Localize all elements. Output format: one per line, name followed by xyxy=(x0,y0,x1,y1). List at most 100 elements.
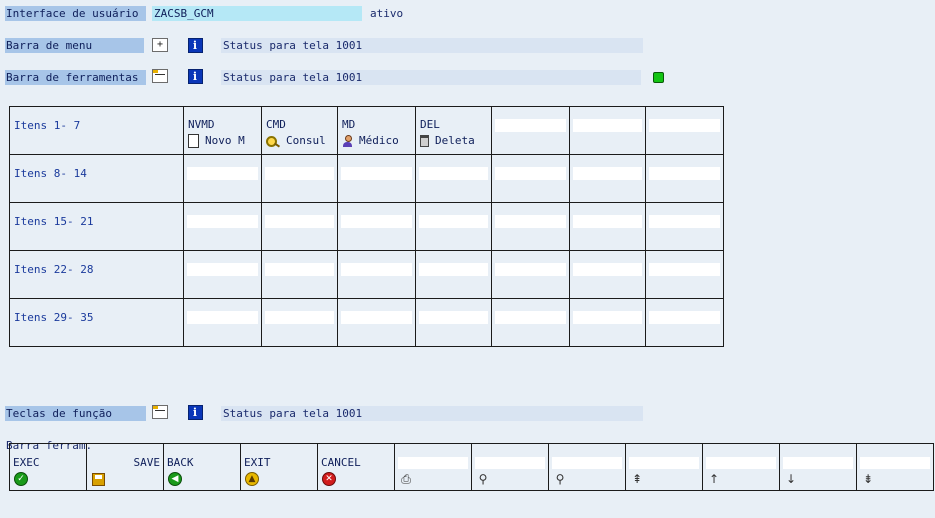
function-key-input[interactable] xyxy=(573,263,642,276)
function-key-input[interactable] xyxy=(265,263,334,276)
function-key-slot[interactable] xyxy=(337,202,416,251)
function-key-slot[interactable] xyxy=(645,106,724,155)
function-key-input[interactable] xyxy=(187,311,258,324)
function-key-slot[interactable] xyxy=(337,298,416,347)
function-key-slot[interactable] xyxy=(415,154,492,203)
function-key-slot[interactable] xyxy=(569,298,646,347)
toolbar-code-input[interactable] xyxy=(475,457,545,469)
function-key-slot[interactable] xyxy=(491,202,570,251)
toolbar-button-slot-6[interactable]: ⎙ xyxy=(394,443,472,491)
function-key-input[interactable] xyxy=(187,263,258,276)
toolbar-code-input[interactable] xyxy=(860,457,930,469)
info-icon[interactable]: i xyxy=(187,37,203,53)
toolbar-button-exit[interactable]: EXIT ▲ xyxy=(240,443,318,491)
function-keys-label: Teclas de função xyxy=(5,406,146,421)
function-key-slot[interactable] xyxy=(337,250,416,299)
toolbar-button-slot-9[interactable]: ⇞ xyxy=(625,443,703,491)
first-page-icon: ⇞ xyxy=(631,472,643,486)
function-key-slot[interactable] xyxy=(569,250,646,299)
function-key-slot[interactable] xyxy=(491,298,570,347)
function-key-input[interactable] xyxy=(187,167,258,180)
function-key-input[interactable] xyxy=(495,167,566,180)
function-key-input[interactable] xyxy=(649,167,720,180)
info-icon[interactable]: i xyxy=(187,68,203,84)
grid-row: Itens 29- 35 xyxy=(9,298,724,347)
info-icon[interactable]: i xyxy=(187,404,203,420)
function-key-slot[interactable] xyxy=(337,154,416,203)
toolbar-button-exec[interactable]: EXEC ✓ xyxy=(9,443,87,491)
toolbar-code-input[interactable] xyxy=(398,457,468,469)
function-key-input[interactable] xyxy=(495,119,566,132)
function-key-slot[interactable] xyxy=(183,298,262,347)
exit-icon: ▲ xyxy=(245,472,259,486)
row-label: Itens 8- 14 xyxy=(9,154,184,203)
function-key-input[interactable] xyxy=(649,263,720,276)
function-key-input[interactable] xyxy=(419,215,488,228)
function-key-input[interactable] xyxy=(649,119,720,132)
function-key-input[interactable] xyxy=(495,311,566,324)
function-key-cell[interactable]: CMD Consul xyxy=(261,106,338,155)
toolbar-code-input[interactable] xyxy=(706,457,776,469)
function-key-input[interactable] xyxy=(649,215,720,228)
function-key-input[interactable] xyxy=(419,311,488,324)
function-key-input[interactable] xyxy=(573,311,642,324)
function-key-input[interactable] xyxy=(265,311,334,324)
edit-toolbar-icon[interactable] xyxy=(152,68,168,84)
person-icon xyxy=(342,135,353,147)
function-key-slot[interactable] xyxy=(491,106,570,155)
toolbar-button-cancel[interactable]: CANCEL ✕ xyxy=(317,443,395,491)
function-key-slot[interactable] xyxy=(261,154,338,203)
function-key-slot[interactable] xyxy=(261,298,338,347)
function-key-slot[interactable] xyxy=(645,250,724,299)
function-key-slot[interactable] xyxy=(491,154,570,203)
function-key-slot[interactable] xyxy=(645,202,724,251)
function-key-input[interactable] xyxy=(573,167,642,180)
function-key-input[interactable] xyxy=(341,215,412,228)
function-key-slot[interactable] xyxy=(415,298,492,347)
edit-function-keys-icon[interactable] xyxy=(152,404,168,420)
function-key-input[interactable] xyxy=(265,167,334,180)
function-key-input[interactable] xyxy=(419,263,488,276)
function-key-slot[interactable] xyxy=(261,202,338,251)
toolbar-button-slot-7[interactable]: ⚲ xyxy=(471,443,549,491)
toolbar-button-slot-8[interactable]: ⚲ xyxy=(548,443,626,491)
function-key-input[interactable] xyxy=(495,215,566,228)
toolbar-button-slot-12[interactable]: ⇟ xyxy=(856,443,934,491)
function-key-slot[interactable] xyxy=(183,154,262,203)
toolbar-button-slot-11[interactable]: ↓ xyxy=(779,443,857,491)
function-key-slot[interactable] xyxy=(569,202,646,251)
function-key-input[interactable] xyxy=(341,311,412,324)
interface-value-field[interactable]: ZACSB_GCM xyxy=(152,6,362,21)
toolbar-code-input[interactable] xyxy=(552,457,622,469)
toolbar-button-back[interactable]: BACK ◀ xyxy=(163,443,241,491)
toolbar-code-input[interactable] xyxy=(629,457,699,469)
function-key-input[interactable] xyxy=(495,263,566,276)
function-key-slot[interactable] xyxy=(569,106,646,155)
toolbar-button-save[interactable]: SAVE xyxy=(86,443,164,491)
function-key-input[interactable] xyxy=(341,167,412,180)
function-key-input[interactable] xyxy=(187,215,258,228)
function-key-input[interactable] xyxy=(573,119,642,132)
function-key-slot[interactable] xyxy=(415,250,492,299)
menu-bar-status: Status para tela 1001 xyxy=(221,38,643,53)
function-key-slot[interactable] xyxy=(645,298,724,347)
function-key-input[interactable] xyxy=(649,311,720,324)
function-key-slot[interactable] xyxy=(183,250,262,299)
function-key-input[interactable] xyxy=(573,215,642,228)
function-key-input[interactable] xyxy=(341,263,412,276)
function-key-slot[interactable] xyxy=(491,250,570,299)
function-key-slot[interactable] xyxy=(261,250,338,299)
function-key-cell[interactable]: DEL Deleta xyxy=(415,106,492,155)
function-key-input[interactable] xyxy=(265,215,334,228)
function-key-slot[interactable] xyxy=(183,202,262,251)
toolbar-button-slot-10[interactable]: ↑ xyxy=(702,443,780,491)
function-key-slot[interactable] xyxy=(645,154,724,203)
function-key-cell[interactable]: NVMD Novo M xyxy=(183,106,262,155)
grid-row: Itens 8- 14 xyxy=(9,154,724,203)
function-key-slot[interactable] xyxy=(569,154,646,203)
toolbar-code-input[interactable] xyxy=(783,457,853,469)
function-key-input[interactable] xyxy=(419,167,488,180)
function-key-cell[interactable]: MD Médico xyxy=(337,106,416,155)
expand-menu-icon[interactable]: + xyxy=(152,37,168,53)
function-key-slot[interactable] xyxy=(415,202,492,251)
